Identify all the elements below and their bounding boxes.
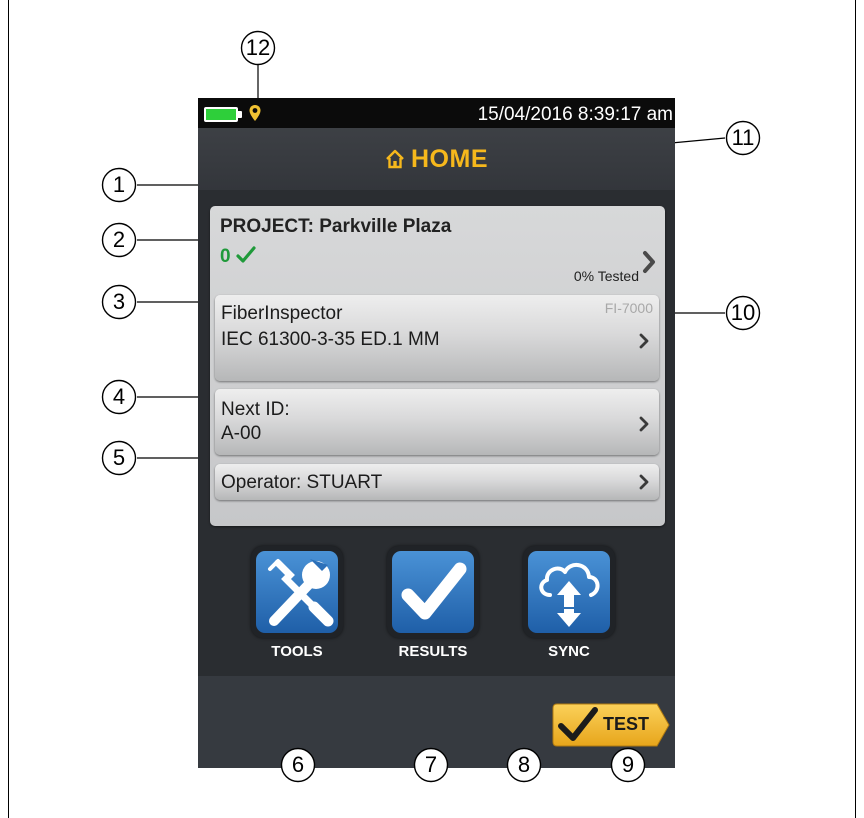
device-screen: 15/04/2016 8:39:17 am HOME PROJECT: Park…: [198, 98, 675, 768]
location-pin-icon: [249, 105, 261, 121]
status-bar: 15/04/2016 8:39:17 am: [198, 98, 675, 128]
test-limit-label: IEC 61300-3-35 ED.1 MM: [221, 329, 440, 350]
tools-button[interactable]: [251, 546, 343, 638]
tested-check-icon: [236, 246, 256, 263]
project-panel[interactable]: PROJECT: Parkville Plaza 0 0% Tested FI-…: [210, 206, 665, 526]
test-label: TEST: [603, 714, 650, 734]
battery-tip: [238, 111, 242, 118]
status-datetime: 15/04/2016 8:39:17 am: [477, 104, 673, 125]
page-title: HOME: [385, 128, 488, 190]
callout-3: 3: [101, 284, 137, 320]
cloud-sync-icon: [539, 563, 600, 627]
tools-label: TOOLS: [271, 643, 323, 660]
tools-icon: [268, 559, 334, 627]
next-id-value: A-00: [221, 423, 262, 444]
next-id-label: Next ID:: [221, 399, 290, 420]
chevron-right-icon: [639, 474, 649, 490]
callout-10: 10: [725, 295, 761, 331]
operator-label: Operator: STUART: [221, 472, 383, 493]
callout-6: 6: [280, 747, 316, 783]
battery-icon: [204, 107, 238, 122]
callout-5: 5: [101, 440, 137, 476]
results-button[interactable]: [387, 546, 479, 638]
results-label: RESULTS: [398, 643, 468, 660]
tested-percent: 0% Tested: [573, 268, 639, 284]
header-bar: HOME: [198, 128, 675, 190]
callout-12: 12: [240, 30, 276, 66]
operator-button[interactable]: Operator: STUART: [215, 464, 659, 500]
test-setup-button[interactable]: FI-7000 FiberInspector IEC 61300-3-35 ED…: [215, 295, 659, 381]
callout-1: 1: [101, 167, 137, 203]
sync-button[interactable]: [523, 546, 615, 638]
callout-9: 9: [610, 747, 646, 783]
tested-count: 0: [220, 246, 231, 267]
callout-2: 2: [101, 222, 137, 258]
callout-7: 7: [413, 747, 449, 783]
home-title-text: HOME: [411, 145, 488, 173]
chevron-right-icon: [639, 416, 649, 432]
callout-11: 11: [725, 120, 761, 156]
test-button[interactable]: TEST: [551, 702, 671, 748]
results-check-icon: [401, 562, 467, 620]
model-badge: FI-7000: [604, 300, 653, 316]
next-id-button[interactable]: Next ID: A-00: [215, 389, 659, 455]
home-icon: [386, 149, 404, 169]
chevron-right-icon[interactable]: [641, 250, 657, 274]
test-type-label: FiberInspector: [221, 303, 343, 324]
callout-8: 8: [506, 747, 542, 783]
chevron-right-icon: [639, 333, 649, 349]
callout-4: 4: [101, 379, 137, 415]
project-title: PROJECT: Parkville Plaza: [220, 216, 452, 237]
sync-label: SYNC: [548, 643, 590, 660]
